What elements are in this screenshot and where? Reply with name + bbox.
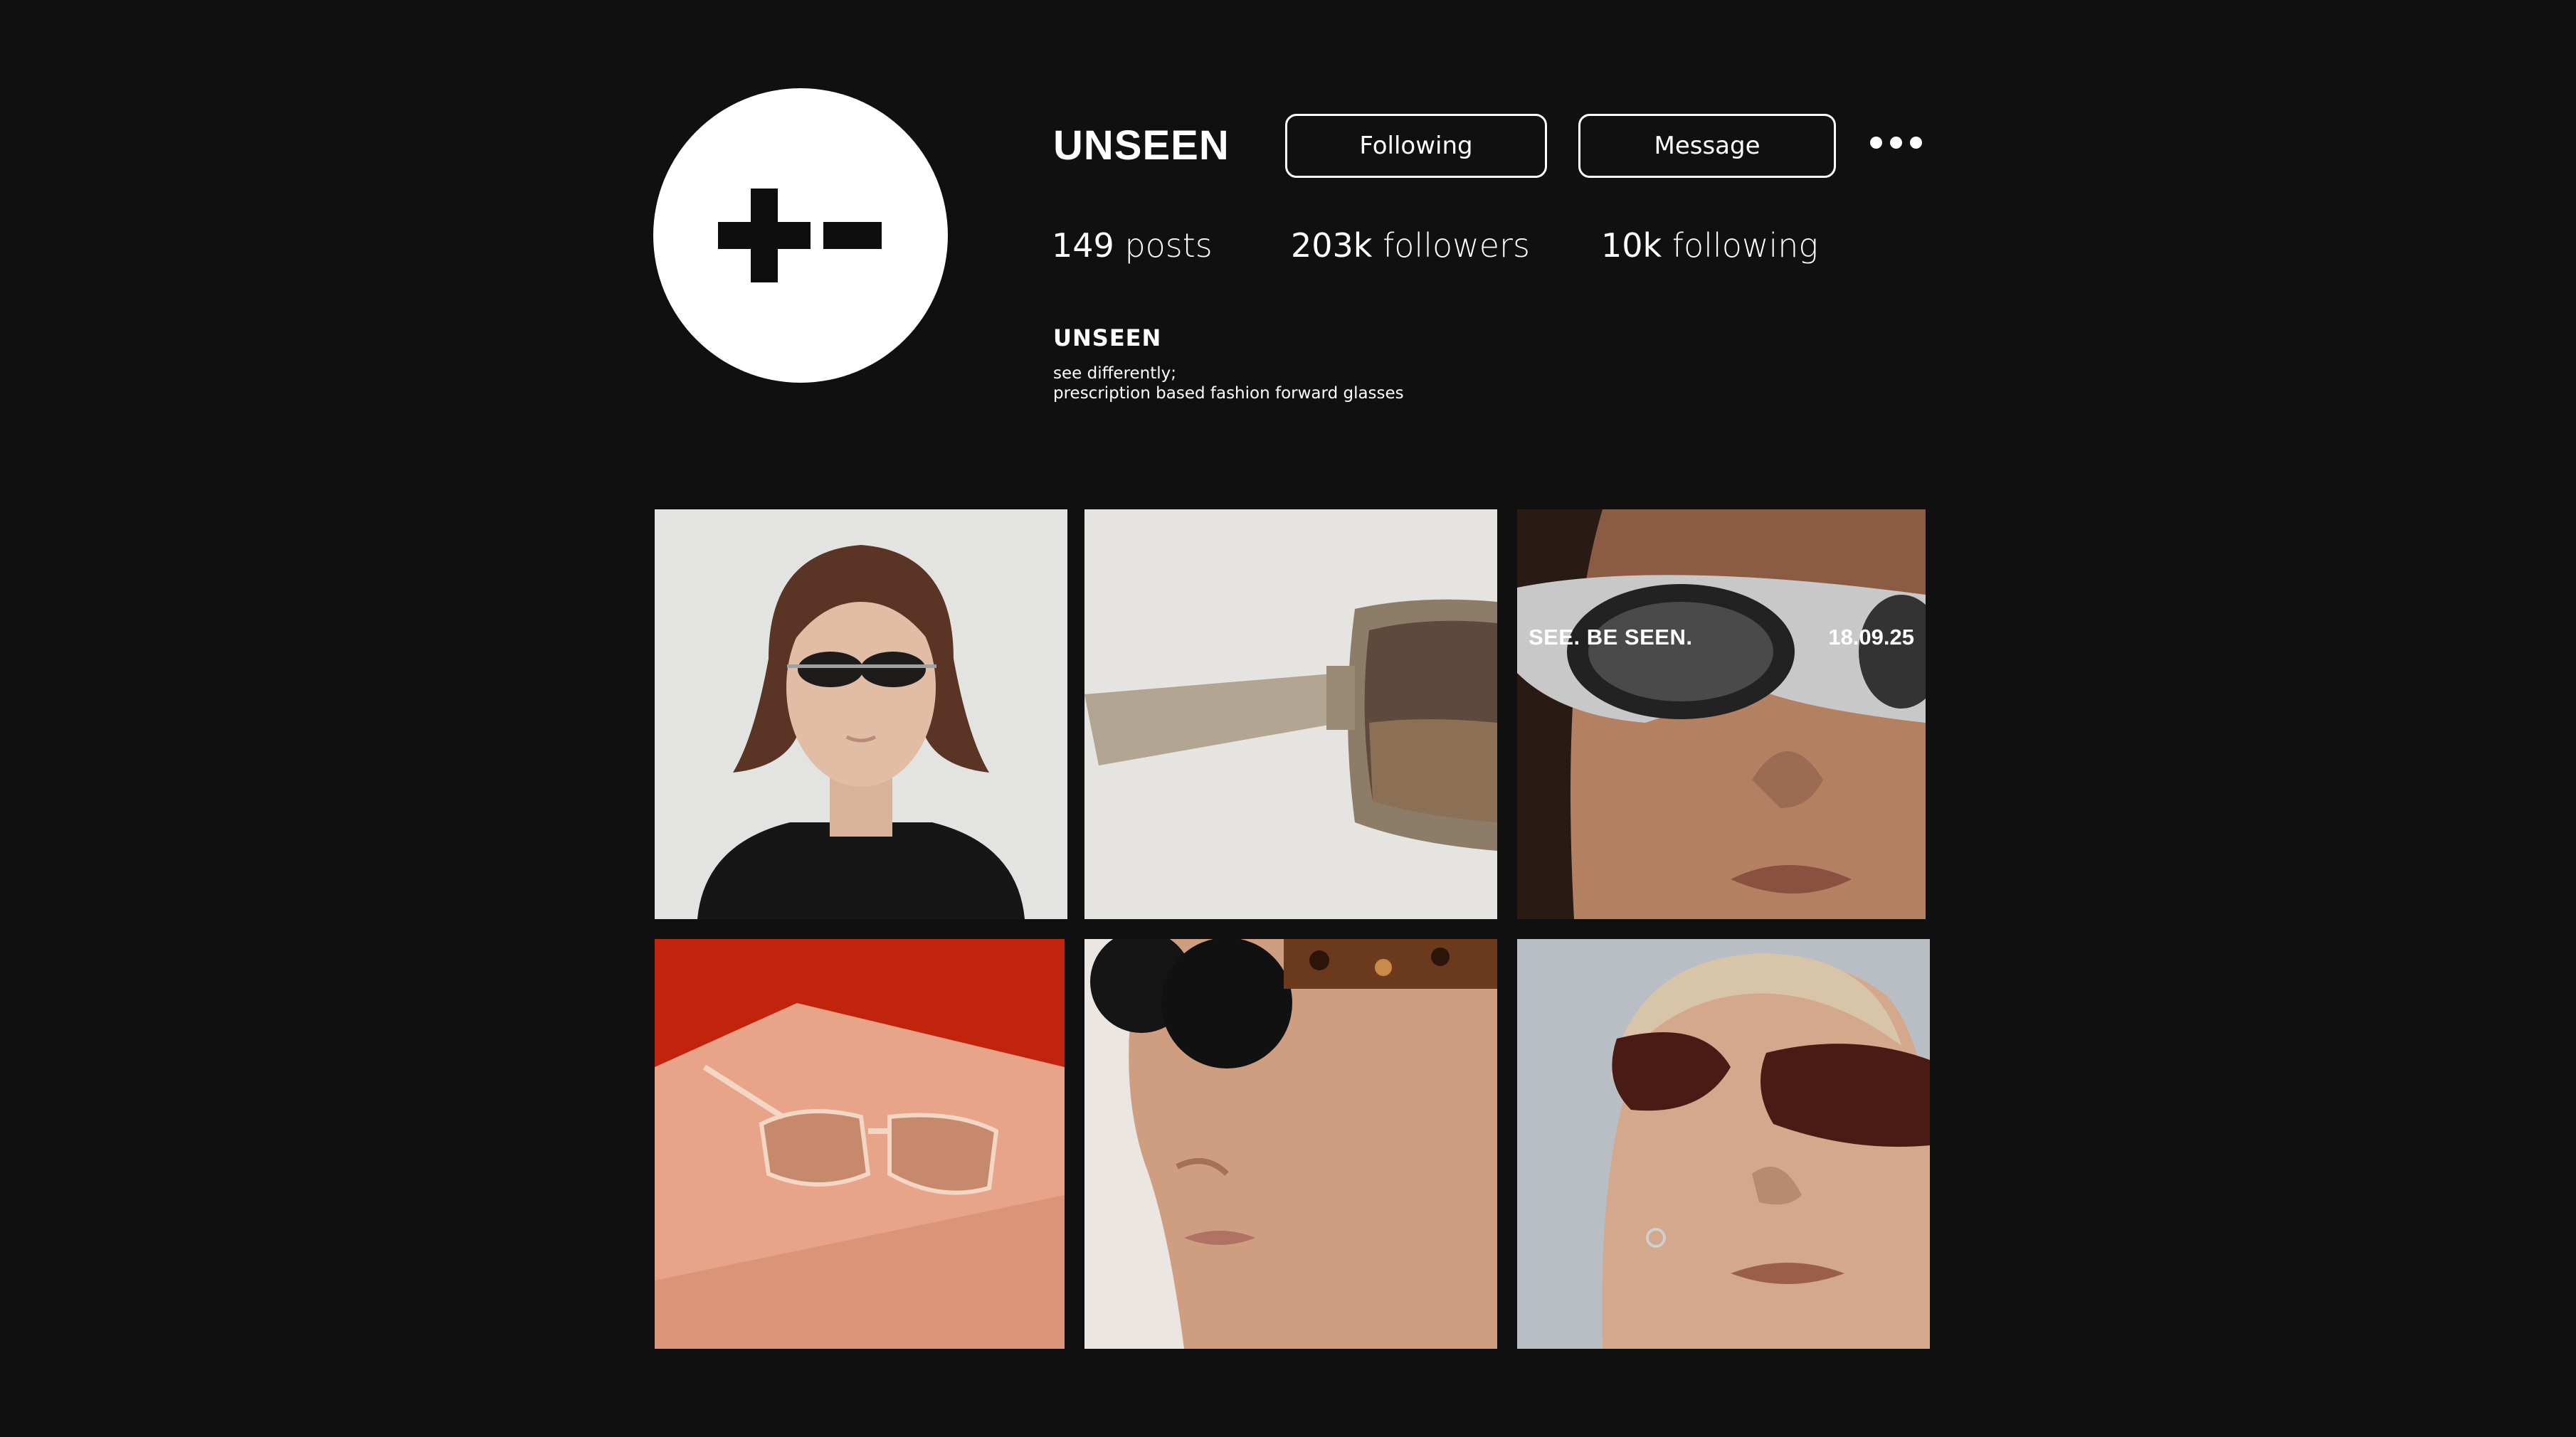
more-options-icon[interactable] (1870, 135, 1923, 149)
post-thumbnail[interactable] (1517, 939, 1930, 1349)
post-thumbnail[interactable] (655, 509, 1067, 919)
profile-avatar[interactable] (653, 88, 948, 383)
post-overlay-left: SEE. BE SEEN. (1529, 625, 1692, 649)
profile-username: UNSEEN (1053, 122, 1230, 169)
following-label: following (1672, 226, 1818, 265)
post-image (1517, 939, 1930, 1349)
post-thumbnail[interactable] (655, 939, 1065, 1349)
post-thumbnail[interactable] (1084, 509, 1497, 919)
bio-line: prescription based fashion forward glass… (1053, 384, 1404, 403)
following-stat[interactable]: 10k following (1601, 221, 1818, 270)
following-button[interactable]: Following (1285, 114, 1547, 178)
post-image: SEE. BE SEEN. 18.09.25 (1517, 509, 1926, 919)
posts-label: posts (1124, 226, 1213, 265)
dot (1910, 136, 1922, 149)
minus-bar (823, 222, 882, 249)
dot (1870, 136, 1882, 149)
followers-label: followers (1383, 226, 1530, 265)
plus-bar (718, 222, 811, 249)
post-image (655, 939, 1065, 1349)
post-thumbnail[interactable] (1084, 939, 1497, 1349)
post-image (655, 509, 1067, 919)
following-count: 10k (1601, 226, 1662, 265)
bio-line: see differently; (1053, 364, 1177, 383)
post-image (1084, 509, 1497, 919)
followers-count: 203k (1291, 226, 1373, 265)
posts-stat[interactable]: 149 posts (1052, 221, 1213, 270)
post-thumbnail[interactable]: SEE. BE SEEN. 18.09.25 (1517, 509, 1926, 919)
post-image (1084, 939, 1497, 1349)
dot (1890, 136, 1902, 149)
bio-name: UNSEEN (1053, 324, 1162, 351)
post-overlay-date: 18.09.25 (1828, 625, 1914, 649)
posts-count: 149 (1052, 226, 1114, 265)
message-button[interactable]: Message (1578, 114, 1836, 178)
followers-stat[interactable]: 203k followers (1291, 221, 1530, 270)
